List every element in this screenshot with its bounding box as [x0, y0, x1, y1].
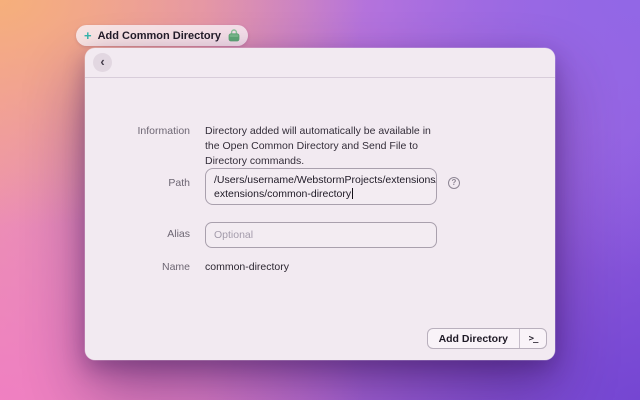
information-text: Directory added will automatically be av… — [205, 124, 437, 169]
form-body: Information Directory added will automat… — [85, 78, 555, 339]
plus-icon: + — [84, 29, 92, 42]
alias-input[interactable]: Optional — [205, 222, 437, 248]
help-icon[interactable]: ? — [448, 177, 460, 189]
information-row: Information Directory added will automat… — [85, 124, 555, 169]
name-row: Name common-directory — [85, 261, 555, 273]
path-label: Path — [85, 168, 190, 189]
path-row: Path /Users/username/WebstormProjects/ex… — [85, 168, 555, 205]
alias-label: Alias — [85, 222, 190, 240]
actions-button[interactable]: >_ — [520, 329, 546, 348]
information-label: Information — [85, 124, 190, 137]
command-title: Add Common Directory — [98, 30, 221, 42]
alias-placeholder: Optional — [214, 229, 253, 241]
alias-row: Alias Optional — [85, 222, 555, 248]
lock-icon — [227, 29, 241, 42]
footer-action-group: Add Directory >_ — [427, 328, 547, 349]
path-value-line-1: /Users/username/WebstormProjects/extensi… — [214, 173, 428, 187]
window-header: ‹ — [85, 48, 555, 78]
add-directory-button[interactable]: Add Directory — [428, 329, 519, 348]
path-value-line-2: extensions/common-directory — [214, 188, 351, 200]
text-cursor — [352, 188, 353, 199]
back-button[interactable]: ‹ — [93, 53, 112, 72]
name-value: common-directory — [205, 261, 437, 273]
dialog-window: ‹ Information Directory added will autom… — [85, 48, 555, 360]
command-header-pill[interactable]: + Add Common Directory — [76, 25, 248, 46]
path-input[interactable]: /Users/username/WebstormProjects/extensi… — [205, 168, 437, 205]
desktop-background: + Add Common Directory ‹ Information Dir… — [0, 0, 640, 400]
terminal-prompt-icon: >_ — [529, 334, 538, 344]
chevron-left-icon: ‹ — [100, 55, 104, 68]
name-label: Name — [85, 261, 190, 273]
